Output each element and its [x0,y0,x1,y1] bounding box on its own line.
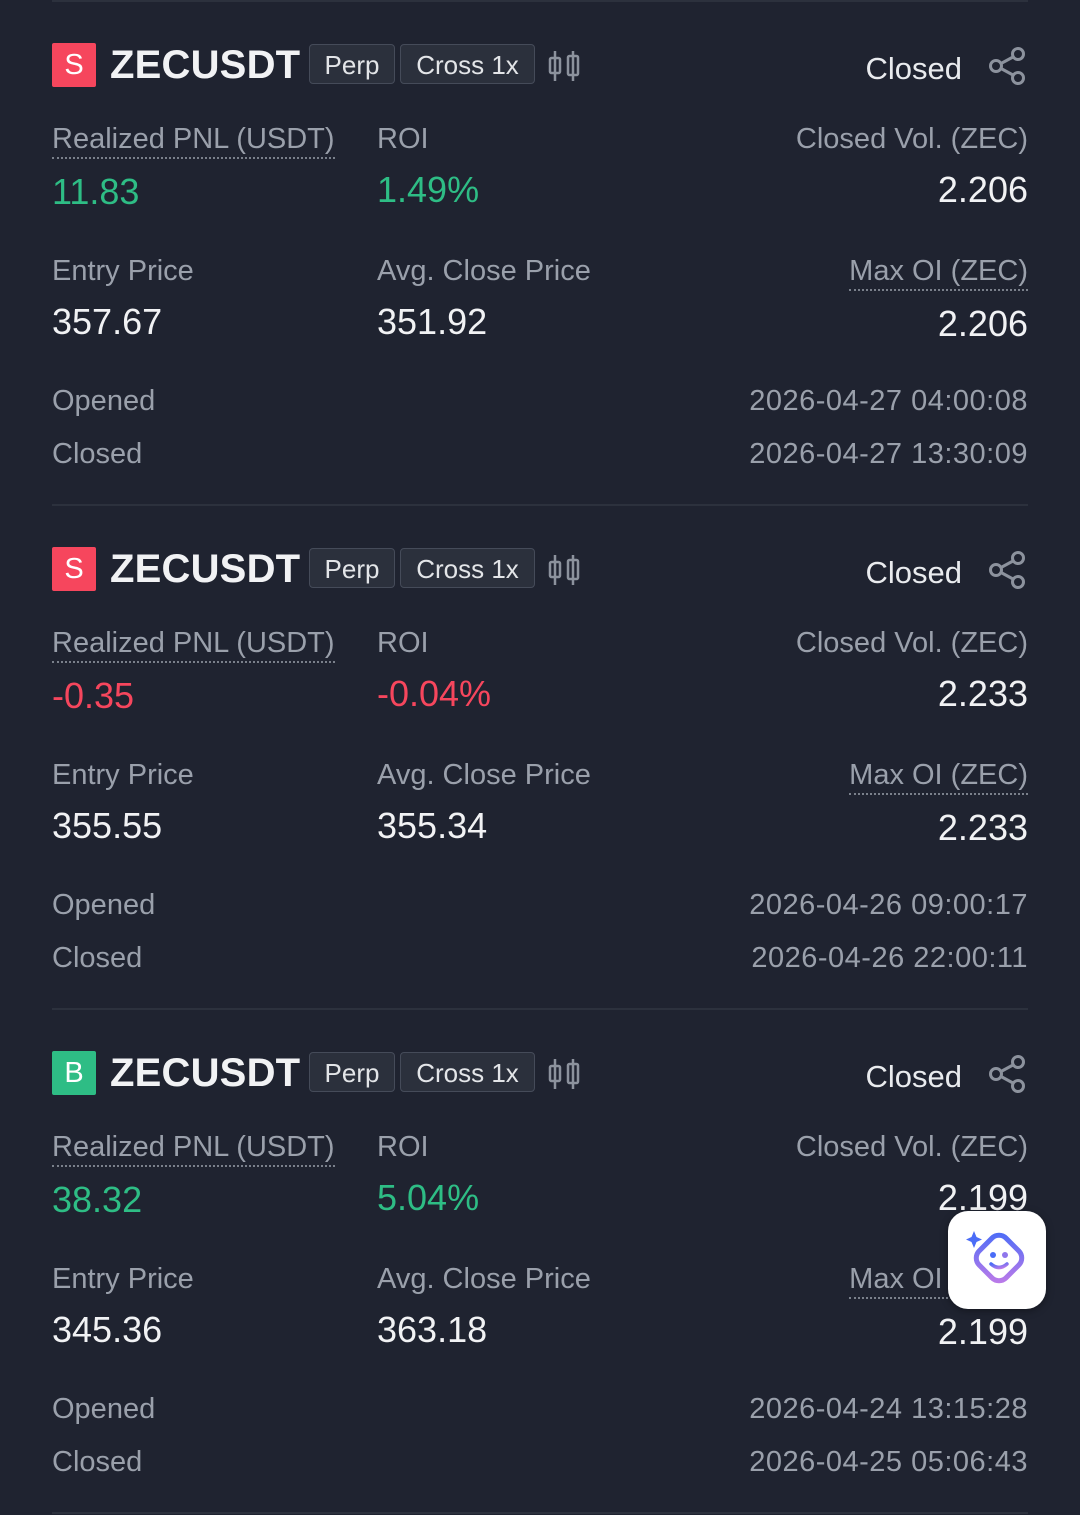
opened-time: 2026-04-24 13:15:28 [749,1393,1028,1425]
candlestick-chart-icon[interactable] [546,1056,582,1092]
avg-close-price-label: Avg. Close Price [377,255,591,287]
opened-label: Opened [52,889,156,921]
realized-pnl-label[interactable]: Realized PNL (USDT) [52,1130,335,1167]
share-icon[interactable] [988,1054,1028,1094]
share-icon[interactable] [988,550,1028,590]
closed-label: Closed [52,1446,143,1478]
position-header: S ZECUSDT Perp Cross 1x Closed [52,546,1028,592]
opened-label: Opened [52,385,156,417]
max-oi-value: 2.233 [937,807,1028,848]
opened-label: Opened [52,1393,156,1425]
max-oi-label[interactable]: Max OI (ZEC) [849,254,1028,291]
position-status: Closed [865,1059,963,1094]
entry-price-value: 345.36 [52,1309,163,1350]
candlestick-chart-icon[interactable] [546,552,582,588]
realized-pnl-label[interactable]: Realized PNL (USDT) [52,626,335,663]
realized-pnl-value: -0.35 [52,675,135,716]
position-card: S ZECUSDT Perp Cross 1x Closed Realized … [52,2,1028,506]
margin-mode-tag: Cross 1x [400,548,535,588]
roi-value: 5.04% [377,1177,480,1218]
max-oi-value: 2.199 [937,1311,1028,1352]
position-card: B ZECUSDT Perp Cross 1x Closed Realized … [52,1010,1028,1514]
max-oi-label[interactable]: Max OI (ZEC) [849,758,1028,795]
candlestick-chart-icon[interactable] [546,48,582,84]
roi-value: 1.49% [377,169,480,210]
roi-label: ROI [377,123,429,155]
realized-pnl-value: 38.32 [52,1179,143,1220]
opened-time: 2026-04-27 04:00:08 [749,385,1028,417]
avg-close-price-label: Avg. Close Price [377,759,591,791]
max-oi-value: 2.206 [937,303,1028,344]
entry-price-label: Entry Price [52,759,194,791]
closed-time: 2026-04-26 22:00:11 [751,942,1028,974]
opened-time: 2026-04-26 09:00:17 [749,889,1028,921]
realized-pnl-value: 11.83 [52,171,140,212]
margin-mode-tag: Cross 1x [400,44,535,84]
closed-vol-value: 2.233 [937,673,1028,714]
contract-type-tag: Perp [309,44,395,84]
position-history-page: S ZECUSDT Perp Cross 1x Closed Realized … [0,0,1080,1515]
card-divider [52,1512,1028,1514]
entry-price-value: 357.67 [52,301,163,342]
closed-time: 2026-04-27 13:30:09 [749,438,1028,470]
position-header: B ZECUSDT Perp Cross 1x Closed [52,1050,1028,1096]
position-header: S ZECUSDT Perp Cross 1x Closed [52,42,1028,88]
margin-mode-tag: Cross 1x [400,1052,535,1092]
position-status: Closed [865,555,963,590]
side-badge: S [52,43,96,87]
roi-label: ROI [377,627,429,659]
closed-vol-label: Closed Vol. (ZEC) [795,123,1028,155]
contract-type-tag: Perp [309,548,395,588]
position-status: Closed [865,51,963,86]
entry-price-label: Entry Price [52,255,194,287]
closed-label: Closed [52,942,143,974]
ai-assistant-button[interactable] [948,1211,1046,1309]
ai-assistant-icon [966,1231,1025,1284]
closed-vol-label: Closed Vol. (ZEC) [795,627,1028,659]
closed-label: Closed [52,438,143,470]
entry-price-label: Entry Price [52,1263,194,1295]
symbol-name[interactable]: ZECUSDT [110,546,300,592]
closed-vol-value: 2.206 [937,169,1028,210]
position-card: S ZECUSDT Perp Cross 1x Closed Realized … [52,506,1028,1010]
contract-type-tag: Perp [309,1052,395,1092]
realized-pnl-label[interactable]: Realized PNL (USDT) [52,122,335,159]
roi-value: -0.04% [377,673,492,714]
side-badge: S [52,547,96,591]
symbol-name[interactable]: ZECUSDT [110,1050,300,1096]
avg-close-price-value: 363.18 [377,1309,488,1350]
symbol-name[interactable]: ZECUSDT [110,42,300,88]
closed-vol-label: Closed Vol. (ZEC) [795,1131,1028,1163]
share-icon[interactable] [988,46,1028,86]
avg-close-price-value: 355.34 [377,805,488,846]
side-badge: B [52,1051,96,1095]
roi-label: ROI [377,1131,429,1163]
avg-close-price-value: 351.92 [377,301,488,342]
entry-price-value: 355.55 [52,805,163,846]
closed-time: 2026-04-25 05:06:43 [749,1446,1028,1478]
avg-close-price-label: Avg. Close Price [377,1263,591,1295]
